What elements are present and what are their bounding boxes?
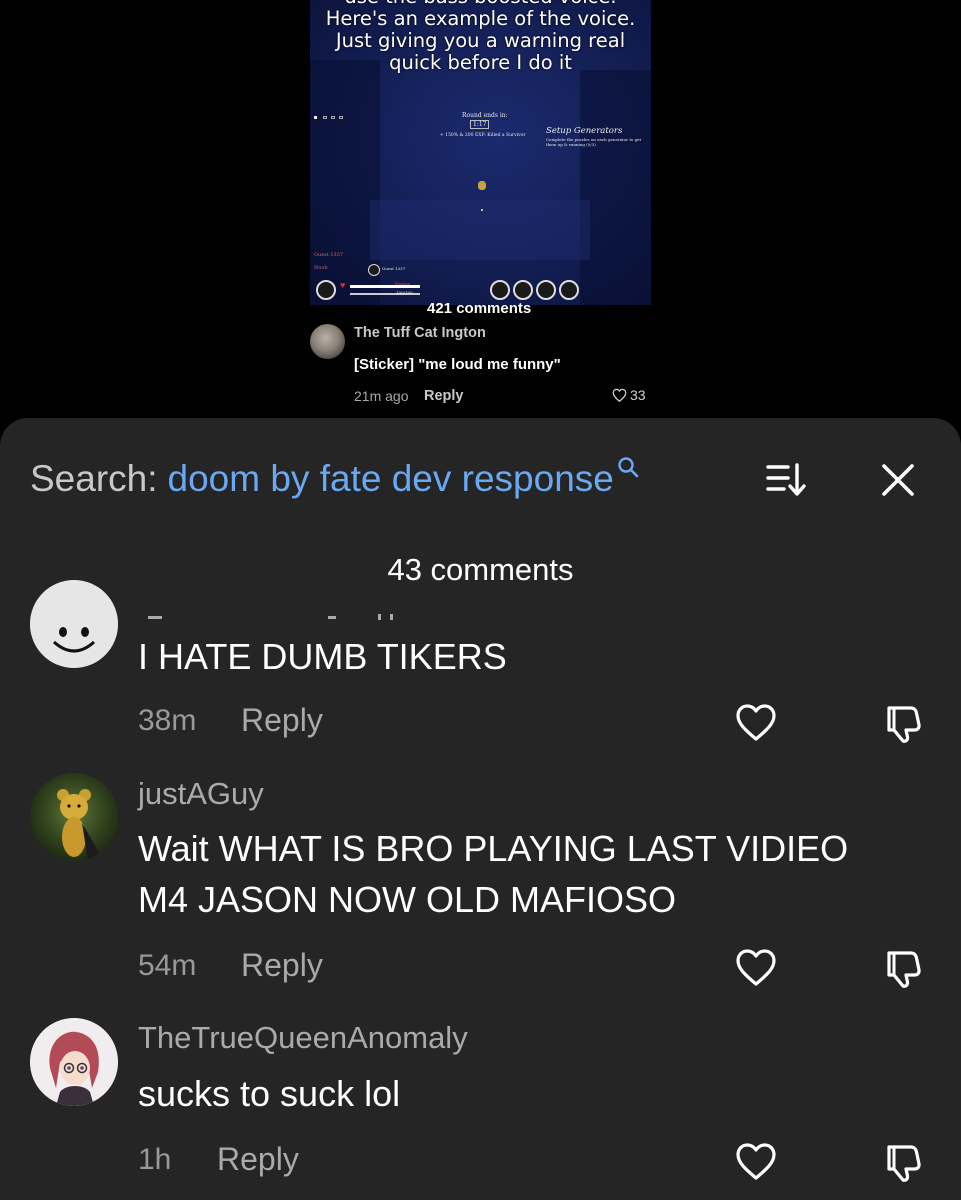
comment-username[interactable]: TheTrueQueenAnomaly <box>138 1020 468 1056</box>
sort-icon <box>766 463 806 496</box>
avatar[interactable] <box>30 580 118 668</box>
caption-line: Here's an example of the voice. <box>325 7 636 30</box>
heart-outline-icon <box>612 388 627 402</box>
avatar[interactable] <box>30 773 118 861</box>
wall-shape <box>580 70 651 305</box>
comment-time: 54m <box>138 949 197 982</box>
search-header[interactable]: Search: doom by fate dev response <box>30 454 640 504</box>
smiley-face-avatar <box>30 580 118 668</box>
heart-outline-icon <box>736 1143 776 1180</box>
like-button[interactable] <box>735 703 777 743</box>
comment-text-line: M4 JASON NOW OLD MAFIOSO <box>138 879 677 920</box>
survivor-icon <box>536 280 556 300</box>
like-button[interactable]: 33 <box>612 387 646 403</box>
round-label: Round ends in: <box>462 112 508 119</box>
avatar[interactable] <box>310 324 345 359</box>
comment-time: 21m ago <box>354 388 409 404</box>
comment-text: Wait WHAT IS BRO PLAYING LAST VIDIEO M4 … <box>138 823 928 925</box>
player-name: Noob <box>314 265 328 271</box>
thumbs-down-icon <box>887 951 921 988</box>
reply-button[interactable]: Reply <box>217 1141 299 1178</box>
thumbs-down-icon <box>887 1145 921 1182</box>
dislike-button[interactable] <box>881 703 923 745</box>
reply-button[interactable]: Reply <box>241 947 323 984</box>
like-button[interactable] <box>735 948 777 988</box>
thumbs-down-icon <box>887 706 921 743</box>
comment-username[interactable]: justAGuy <box>138 776 264 812</box>
username-clipped <box>138 612 398 622</box>
hud-menu-dots <box>314 116 350 120</box>
avatar[interactable] <box>30 1018 118 1106</box>
comment-username[interactable]: The Tuff Cat Ington <box>354 325 486 341</box>
reply-button[interactable]: Reply <box>424 388 464 404</box>
video-caption: use the bass boosted voice. Here's an ex… <box>310 0 651 74</box>
close-button[interactable] <box>878 460 918 500</box>
search-query-link[interactable]: doom by fate dev response <box>168 458 614 500</box>
survivor-icon <box>513 280 533 300</box>
comment-text: sucks to suck lol <box>138 1073 401 1114</box>
heart-icon: ♥ <box>340 280 346 290</box>
stamina-label: Stamina <box>395 282 410 286</box>
round-timer: 1:17 <box>470 120 490 129</box>
bear-avatar <box>57 789 104 861</box>
heart-outline-icon <box>736 949 776 986</box>
floor-shape <box>370 200 590 260</box>
comment-text: I HATE DUMB TIKERS <box>138 636 507 677</box>
heart-outline-icon <box>736 704 776 741</box>
item-pickup <box>478 181 486 190</box>
comments-count: 43 comments <box>387 552 574 587</box>
comment-text-line: Wait WHAT IS BRO PLAYING LAST VIDIEO <box>138 828 849 869</box>
killfeed-text: + 150% & 200 EXP: Killed a Survivor <box>440 133 526 138</box>
caption-line: Just giving you a warning real <box>335 29 626 52</box>
player-name: Guest 1337 <box>314 252 344 258</box>
comment-time: 38m <box>138 704 197 737</box>
close-icon <box>882 464 914 496</box>
survivor-icon <box>490 280 510 300</box>
video-overlay-comment: The Tuff Cat Ington [Sticker] "me loud m… <box>310 320 655 415</box>
dislike-button[interactable] <box>881 948 923 990</box>
video-comments-count: 421 comments <box>427 300 532 317</box>
like-button[interactable] <box>735 1142 777 1182</box>
search-label: Search: <box>30 458 158 499</box>
sort-button[interactable] <box>766 462 812 498</box>
crosshair-dot <box>481 209 483 211</box>
player-avatar-icon <box>368 264 380 276</box>
objective-title: Setup Generators <box>546 126 623 136</box>
dislike-button[interactable] <box>881 1142 923 1184</box>
like-count: 33 <box>630 387 646 403</box>
video-player[interactable]: use the bass boosted voice. Here's an ex… <box>310 0 651 305</box>
player-status: Guest 1337 <box>382 266 406 271</box>
survivor-icon <box>559 280 579 300</box>
hp-readout: 100/100 <box>396 290 413 295</box>
search-icon[interactable] <box>616 455 640 484</box>
objective-description: Complete the puzzles on each generator t… <box>546 137 642 147</box>
video-area: use the bass boosted voice. Here's an ex… <box>0 0 961 420</box>
comment-time: 1h <box>138 1143 172 1176</box>
anime-girl-avatar <box>30 1018 118 1106</box>
caption-line: quick before I do it <box>389 51 572 74</box>
comment-text: [Sticker] "me loud me funny" <box>354 356 561 373</box>
reply-button[interactable]: Reply <box>241 702 323 739</box>
comments-sheet: Search: doom by fate dev response 43 com… <box>0 418 961 1200</box>
ability-icon <box>316 280 336 300</box>
